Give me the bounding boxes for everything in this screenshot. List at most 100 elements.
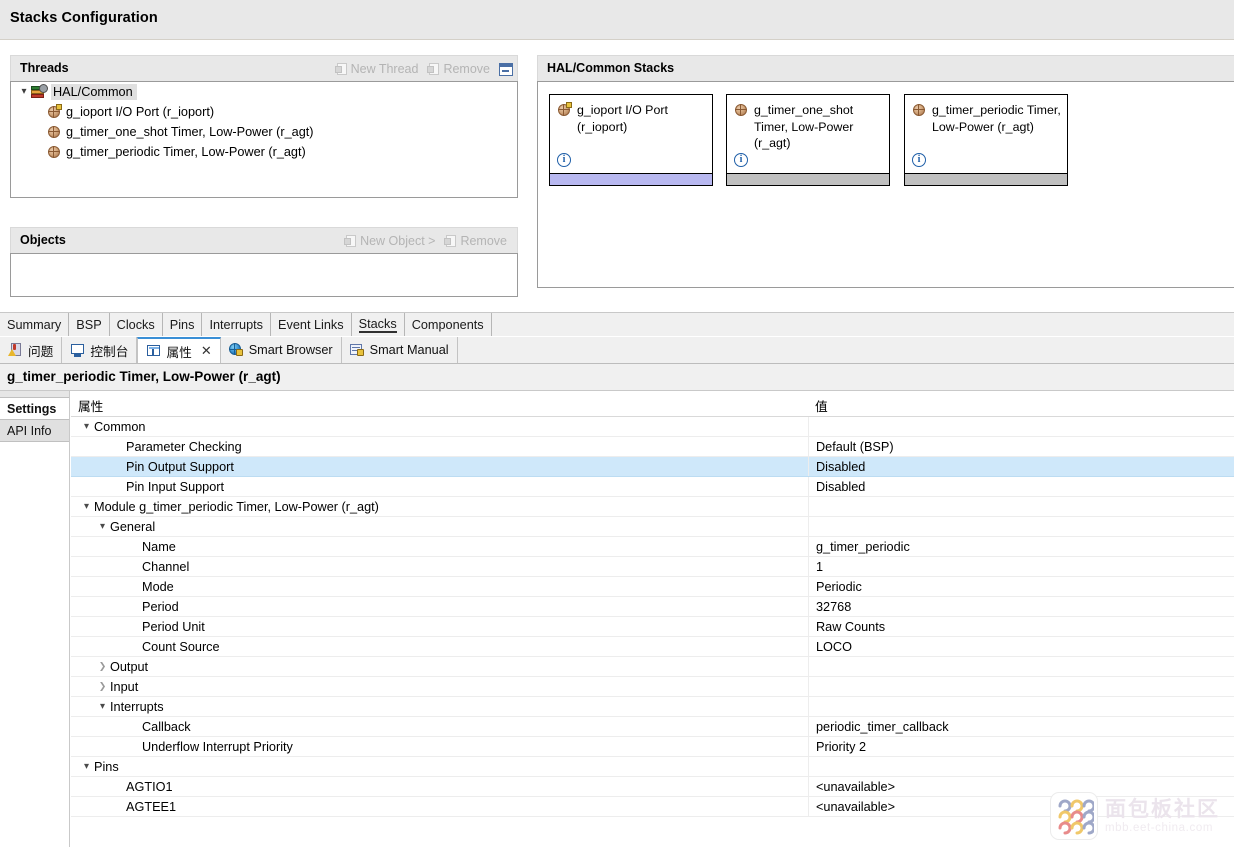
tab-components[interactable]: Components xyxy=(404,313,492,336)
property-row[interactable]: ▾ Common xyxy=(71,417,1234,437)
info-icon[interactable]: i xyxy=(912,153,926,167)
chevron-down-icon[interactable]: ▾ xyxy=(79,421,94,432)
property-row[interactable]: Underflow Interrupt Priority Priority 2 xyxy=(71,737,1234,757)
property-row[interactable]: Pin Output Support Disabled xyxy=(71,457,1234,477)
property-value-cell[interactable]: periodic_timer_callback xyxy=(808,717,1234,736)
sidebar-item-settings[interactable]: Settings xyxy=(0,398,69,420)
property-value-cell[interactable] xyxy=(808,417,1234,436)
property-row[interactable]: Period 32768 xyxy=(71,597,1234,617)
info-icon[interactable]: i xyxy=(557,153,571,167)
chevron-down-icon[interactable]: ▾ xyxy=(79,761,94,772)
property-name-cell: Name xyxy=(71,537,808,556)
property-row[interactable]: Period Unit Raw Counts xyxy=(71,617,1234,637)
property-value-label: Disabled xyxy=(816,479,866,494)
property-row[interactable]: Name g_timer_periodic xyxy=(71,537,1234,557)
property-name-label: Interrupts xyxy=(110,699,164,714)
chevron-down-icon[interactable]: ▾ xyxy=(95,701,110,712)
chevron-down-icon[interactable]: ▾ xyxy=(17,87,31,97)
close-icon[interactable]: ✕ xyxy=(201,345,212,358)
property-row[interactable]: ▾ Interrupts xyxy=(71,697,1234,717)
property-value-cell[interactable] xyxy=(808,517,1234,536)
property-value-cell[interactable]: 32768 xyxy=(808,597,1234,616)
property-name-cell: ▾ Module g_timer_periodic Timer, Low-Powe… xyxy=(71,497,808,516)
property-value-cell[interactable] xyxy=(808,677,1234,696)
tab-event-links[interactable]: Event Links xyxy=(271,313,352,336)
threads-panel-header: Threads New Thread Remove xyxy=(10,55,518,81)
chevron-right-icon[interactable]: ❯ xyxy=(95,682,110,691)
property-value-cell[interactable]: Disabled xyxy=(808,457,1234,476)
tab-stacks[interactable]: Stacks xyxy=(351,313,405,336)
property-value-cell[interactable]: Default (BSP) xyxy=(808,437,1234,456)
property-row[interactable]: AGTEE1 <unavailable> xyxy=(71,797,1234,817)
tab-summary[interactable]: Summary xyxy=(0,313,70,336)
property-row[interactable]: ❯ Output xyxy=(71,657,1234,677)
property-row[interactable]: Pin Input Support Disabled xyxy=(71,477,1234,497)
property-row[interactable]: ▾ Pins xyxy=(71,757,1234,777)
property-value-cell[interactable]: <unavailable> xyxy=(808,777,1234,796)
collapse-all-icon[interactable] xyxy=(499,62,513,76)
chevron-down-icon[interactable]: ▾ xyxy=(79,501,94,512)
stack-box-g-timer-one-shot[interactable]: g_timer_one_shot Timer, Low-Power (r_agt… xyxy=(726,94,890,186)
property-value-cell[interactable] xyxy=(808,697,1234,716)
property-value-cell[interactable]: Priority 2 xyxy=(808,737,1234,756)
property-row[interactable]: Callback periodic_timer_callback xyxy=(71,717,1234,737)
view-tab-problems[interactable]: 问题 xyxy=(0,337,63,363)
property-value-cell[interactable] xyxy=(808,497,1234,516)
property-value-cell[interactable]: Disabled xyxy=(808,477,1234,496)
thread-tree-item-hal-common[interactable]: ▾ HAL/Common xyxy=(11,82,517,102)
tab-clocks[interactable]: Clocks xyxy=(109,313,163,336)
remove-thread-button[interactable]: Remove xyxy=(427,62,490,76)
property-value-cell[interactable]: LOCO xyxy=(808,637,1234,656)
property-value-cell[interactable] xyxy=(808,657,1234,676)
property-value-cell[interactable]: <unavailable> xyxy=(808,797,1234,816)
property-row[interactable]: Mode Periodic xyxy=(71,577,1234,597)
property-value-cell[interactable] xyxy=(808,757,1234,776)
remove-object-button[interactable]: Remove xyxy=(444,234,507,248)
stacks-panel: HAL/Common Stacks g_ioport I/O Port (r_i… xyxy=(537,55,1234,345)
property-row[interactable]: Parameter Checking Default (BSP) xyxy=(71,437,1234,457)
stack-box-g-timer-periodic[interactable]: g_timer_periodic Timer, Low-Power (r_agt… xyxy=(904,94,1068,186)
new-thread-button[interactable]: New Thread xyxy=(334,62,418,76)
property-row[interactable]: ▾ Module g_timer_periodic Timer, Low-Powe… xyxy=(71,497,1234,517)
stack-box-footer xyxy=(905,173,1067,185)
thread-tree-item-g-ioport[interactable]: g_ioport I/O Port (r_ioport) xyxy=(11,102,517,122)
threads-tree[interactable]: ▾ HAL/Common g_ioport I/O Port (r_ioport… xyxy=(10,81,518,198)
property-value-label: Disabled xyxy=(816,459,866,474)
thread-tree-item-g-timer-periodic[interactable]: g_timer_periodic Timer, Low-Power (r_agt… xyxy=(11,142,517,162)
property-row[interactable]: AGTIO1 <unavailable> xyxy=(71,777,1234,797)
property-value-label: periodic_timer_callback xyxy=(816,719,949,734)
sidebar-item-api-info[interactable]: API Info xyxy=(0,420,69,442)
info-glyph: i xyxy=(739,154,743,165)
properties-table[interactable]: 属性 值 ▾ Common Parameter Checking Default (B… xyxy=(71,391,1234,847)
property-row[interactable]: ❯ Input xyxy=(71,677,1234,697)
chevron-down-icon[interactable]: ▾ xyxy=(95,521,110,532)
globe-icon xyxy=(228,343,244,357)
chevron-right-icon[interactable]: ❯ xyxy=(95,662,110,671)
property-value-cell[interactable]: g_timer_periodic xyxy=(808,537,1234,556)
tab-pins[interactable]: Pins xyxy=(162,313,203,336)
console-icon xyxy=(70,343,85,357)
property-row[interactable]: ▾ General xyxy=(71,517,1234,537)
property-value-cell[interactable]: Periodic xyxy=(808,577,1234,596)
view-tab-strip: 问题 控制台 属性 ✕ Smart Browser Smart Manual xyxy=(0,337,1234,364)
view-tab-smart-manual[interactable]: Smart Manual xyxy=(342,337,458,363)
property-name-cell: Period Unit xyxy=(71,617,808,636)
property-row[interactable]: Count Source LOCO xyxy=(71,637,1234,657)
view-tab-properties[interactable]: 属性 ✕ xyxy=(137,337,221,363)
view-tab-console[interactable]: 控制台 xyxy=(62,337,138,363)
stack-box-g-ioport[interactable]: g_ioport I/O Port (r_ioport) i xyxy=(549,94,713,186)
new-object-button[interactable]: New Object > xyxy=(344,234,435,248)
thread-tree-item-g-timer-one-shot[interactable]: g_timer_one_shot Timer, Low-Power (r_agt… xyxy=(11,122,517,142)
stacks-canvas[interactable]: g_ioport I/O Port (r_ioport) i g_timer_o… xyxy=(537,81,1234,288)
tab-bsp[interactable]: BSP xyxy=(69,313,110,336)
objects-list[interactable] xyxy=(10,253,518,297)
property-value-cell[interactable]: Raw Counts xyxy=(808,617,1234,636)
properties-sidebar: Settings API Info xyxy=(0,391,70,847)
view-tab-smart-browser[interactable]: Smart Browser xyxy=(221,337,342,363)
property-row[interactable]: Channel 1 xyxy=(71,557,1234,577)
tab-interrupts[interactable]: Interrupts xyxy=(202,313,272,336)
property-value-cell[interactable]: 1 xyxy=(808,557,1234,576)
module-ball-icon xyxy=(47,125,61,139)
info-icon[interactable]: i xyxy=(734,153,748,167)
stack-box-title: g_timer_periodic Timer, Low-Power (r_agt… xyxy=(912,102,1061,135)
